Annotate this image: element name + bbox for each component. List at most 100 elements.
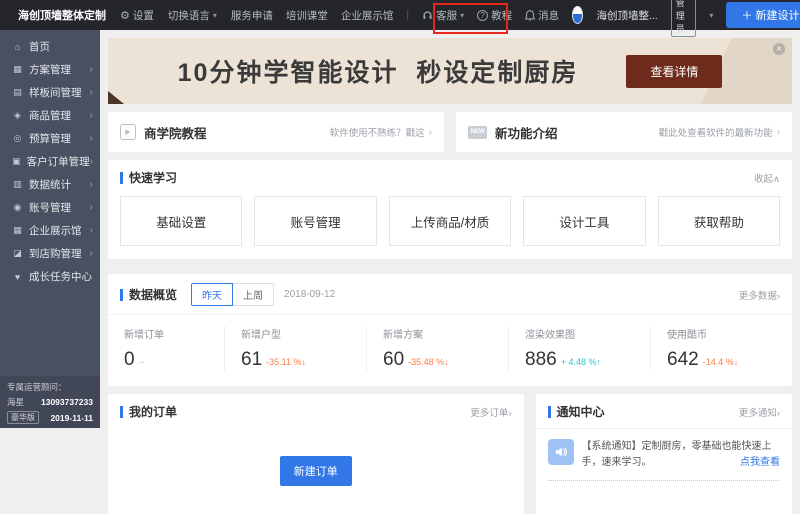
sidebar-item-goods[interactable]: ◈ 商品管理 ›	[0, 104, 100, 127]
sidebar-item-home[interactable]: ⌂ 首页	[0, 35, 100, 58]
sidebar-item-enterprise-gallery[interactable]: ▦ 企业展示馆 ›	[0, 219, 100, 242]
banner-title: 10分钟学智能设计 秒设定制厨房	[178, 53, 579, 89]
home-icon: ⌂	[11, 42, 24, 52]
data-date: 2018-09-12	[284, 289, 335, 300]
quick-button-get-help[interactable]: 获取帮助	[658, 196, 780, 246]
close-icon[interactable]: ✕	[773, 43, 785, 55]
tab-yesterday[interactable]: 昨天	[191, 283, 233, 306]
chevron-right-icon: ›	[90, 133, 93, 144]
chevron-right-icon: ›	[429, 127, 432, 138]
advisor-phone: 13093737233	[41, 397, 93, 407]
quick-button-upload-goods[interactable]: 上传商品/材质	[389, 196, 511, 246]
stat-new-orders: 新增订单 0 --	[108, 326, 224, 371]
quick-button-design-tools[interactable]: 设计工具	[523, 196, 645, 246]
plan-grid-icon: ▦	[11, 64, 24, 75]
showroom-icon: ▤	[11, 87, 24, 98]
new-features-card[interactable]: NEW 新功能介绍 戳此处查看软件的最新功能 ›	[456, 112, 792, 152]
quick-learn-title: 快速学习	[120, 169, 177, 186]
my-orders-title: 我的订单	[120, 403, 177, 420]
gear-icon: ⚙	[120, 9, 130, 22]
collapse-button[interactable]: 收起∧	[754, 171, 780, 185]
notification-center-panel: 通知中心 更多通知› 【系统通知】定制厨房，零基础也能快速上手，速来学习。 点我…	[536, 394, 792, 514]
gallery-icon: ▦	[11, 225, 24, 236]
switch-language-button[interactable]: 切换语言 ▾	[168, 8, 217, 23]
bar-chart-icon: ▥	[11, 179, 24, 190]
topbar: 海创顶墙整体定制 ⚙ 设置 切换语言 ▾ 服务申请 培训课堂 企业展示馆 | 客…	[0, 0, 800, 30]
stats-row: 新增订单 0 -- 新增户型 61 -35.11 %↓ 新增方案 60 -35.…	[108, 315, 792, 386]
order-list-icon: ▣	[11, 156, 22, 167]
sidebar-footer: 专属运营顾问： 海星 13093737233 豪华版 2019-11-11	[0, 375, 100, 428]
my-orders-panel: 我的订单 更多订单› 新建订单	[108, 394, 524, 514]
period-tabs: 昨天 上周	[191, 283, 274, 306]
role-badge: 管理员	[671, 0, 697, 37]
sidebar-item-customer-orders[interactable]: ▣ 客户订单管理 ›	[0, 150, 100, 173]
chevron-right-icon: ›	[90, 225, 93, 236]
arrow-down-icon: ↓	[302, 357, 307, 367]
play-icon: ▶	[120, 124, 136, 140]
goods-icon: ◈	[11, 110, 24, 121]
chevron-up-icon: ∧	[773, 174, 780, 185]
edition-badge: 豪华版	[7, 411, 39, 424]
nav-enterprise-gallery[interactable]: 企业展示馆	[341, 8, 394, 23]
tab-last-week[interactable]: 上周	[232, 283, 274, 306]
sidebar-item-growth-center[interactable]: ♥ 成长任务中心	[0, 265, 100, 288]
sidebar-item-showrooms[interactable]: ▤ 样板间管理 ›	[0, 81, 100, 104]
settings-button[interactable]: ⚙ 设置	[120, 8, 154, 23]
chevron-down-icon: ▾	[213, 11, 217, 20]
nav-training-class[interactable]: 培训课堂	[286, 8, 328, 23]
data-overview-title: 数据概览	[120, 286, 177, 303]
new-icon: NEW	[468, 126, 487, 139]
nav-service-request[interactable]: 服务申请	[231, 8, 273, 23]
sidebar-item-budget[interactable]: ◎ 预算管理 ›	[0, 127, 100, 150]
stat-new-floorplans: 新增户型 61 -35.11 %↓	[224, 326, 366, 371]
annotation-highlight-box	[433, 3, 508, 34]
arrow-up-icon: ↑	[596, 357, 601, 367]
account-name[interactable]: 海创顶墙整...	[596, 8, 657, 23]
avatar[interactable]	[572, 6, 583, 24]
sidebar-item-statistics[interactable]: ▥ 数据统计 ›	[0, 173, 100, 196]
chevron-right-icon: ›	[90, 248, 93, 259]
more-notices-link[interactable]: 更多通知›	[739, 405, 780, 419]
stat-new-plans: 新增方案 60 -35.48 %↓	[366, 326, 508, 371]
chevron-right-icon: ›	[90, 202, 93, 213]
divider: |	[406, 9, 409, 21]
quick-button-account[interactable]: 账号管理	[254, 196, 376, 246]
chevron-right-icon: ›	[508, 408, 511, 419]
bell-icon	[525, 10, 535, 21]
notification-item[interactable]: 【系统通知】定制厨房，零基础也能快速上手，速来学习。 点我查看	[536, 429, 792, 470]
chevron-down-icon[interactable]: ▾	[709, 11, 713, 20]
divider	[548, 480, 780, 481]
chevron-right-icon: ›	[777, 291, 780, 302]
more-data-link[interactable]: 更多数据›	[739, 288, 780, 302]
promo-banner: 10分钟学智能设计 秒设定制厨房 查看详情 ✕	[108, 38, 792, 104]
heart-icon: ♥	[11, 272, 24, 282]
business-school-card[interactable]: ▶ 商学院教程 软件使用不熟练？戳这 ›	[108, 112, 444, 152]
messages-button[interactable]: 消息	[525, 8, 559, 23]
main-content: 10分钟学智能设计 秒设定制厨房 查看详情 ✕ ▶ 商学院教程 软件使用不熟练？…	[100, 30, 800, 428]
brand-title: 海创顶墙整体定制	[18, 7, 106, 23]
advisor-label: 专属运营顾问：	[7, 381, 93, 393]
quick-learn-panel: 快速学习 收起∧ 基础设置 账号管理 上传商品/材质 设计工具 获取帮助	[108, 160, 792, 259]
speaker-icon	[548, 439, 574, 465]
more-orders-link[interactable]: 更多订单›	[470, 405, 511, 419]
new-design-button[interactable]: ＋ 新建设计	[726, 2, 800, 28]
store-icon: ◪	[11, 248, 24, 259]
budget-icon: ◎	[11, 133, 24, 144]
view-notification-link[interactable]: 点我查看	[740, 455, 780, 471]
arrow-down-icon: ↓	[734, 357, 739, 367]
sidebar-item-plans[interactable]: ▦ 方案管理 ›	[0, 58, 100, 81]
data-overview-panel: 数据概览 昨天 上周 2018-09-12 更多数据› 新增订单 0 -- 新增…	[108, 274, 792, 386]
headset-icon	[422, 10, 433, 21]
chevron-right-icon: ›	[90, 156, 93, 167]
sidebar-item-store-purchase[interactable]: ◪ 到店购管理 ›	[0, 242, 100, 265]
expiry-date: 2019-11-11	[50, 413, 93, 423]
advisor-name: 海星	[7, 396, 24, 408]
sidebar-item-accounts[interactable]: ◉ 账号管理 ›	[0, 196, 100, 219]
arrow-down-icon: ↓	[444, 357, 449, 367]
sidebar: ⌂ 首页 ▦ 方案管理 › ▤ 样板间管理 › ◈ 商品管理 › ◎ 预算管理 …	[0, 30, 100, 428]
banner-cta-button[interactable]: 查看详情	[626, 55, 722, 88]
new-order-button[interactable]: 新建订单	[280, 456, 352, 486]
quick-button-basic-settings[interactable]: 基础设置	[120, 196, 242, 246]
notification-center-title: 通知中心	[548, 403, 605, 420]
chevron-right-icon: ›	[777, 127, 780, 138]
